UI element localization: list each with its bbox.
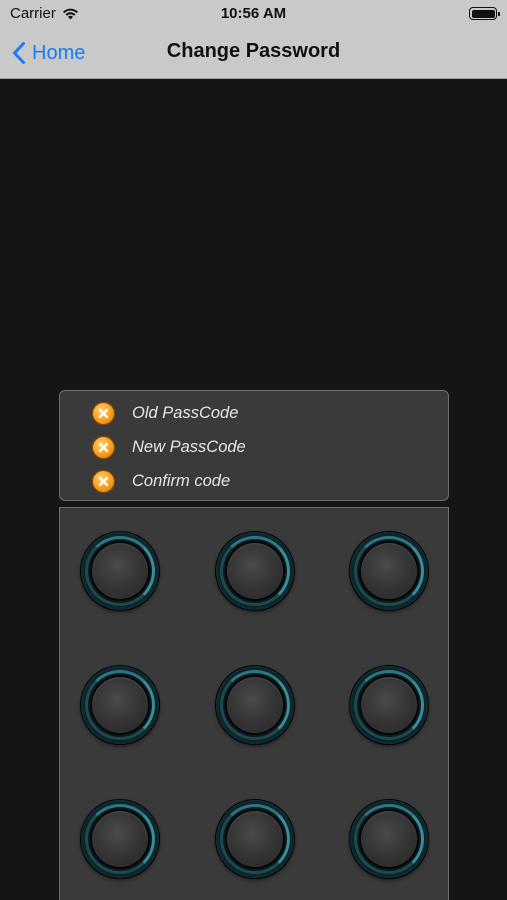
status-label-new-passcode: New PassCode bbox=[132, 437, 246, 456]
pattern-dot-1[interactable] bbox=[81, 532, 159, 610]
x-circle-icon bbox=[92, 401, 115, 425]
pattern-keypad bbox=[59, 507, 449, 900]
passcode-status-panel: Old PassCode New PassCode Confirm code bbox=[59, 390, 449, 501]
status-row-old-passcode: Old PassCode bbox=[92, 400, 238, 426]
navigation-bar: Home Change Password bbox=[0, 28, 507, 79]
pattern-dot-8[interactable] bbox=[216, 800, 294, 878]
status-label-old-passcode: Old PassCode bbox=[132, 403, 239, 422]
status-row-confirm-code: Confirm code bbox=[92, 468, 230, 494]
status-label-confirm-code: Confirm code bbox=[132, 471, 231, 490]
pattern-dot-5[interactable] bbox=[216, 666, 294, 744]
status-row-new-passcode: New PassCode bbox=[92, 434, 246, 460]
pattern-dot-4[interactable] bbox=[81, 666, 159, 744]
page-title: Change Password bbox=[166, 40, 341, 62]
status-bar: Carrier 10:56 AM bbox=[0, 0, 507, 28]
pattern-dot-2[interactable] bbox=[216, 532, 294, 610]
pattern-dot-7[interactable] bbox=[81, 800, 159, 878]
pattern-dot-9[interactable] bbox=[350, 800, 428, 878]
pattern-dot-6[interactable] bbox=[350, 666, 428, 744]
pattern-dot-3[interactable] bbox=[350, 532, 428, 610]
x-circle-icon bbox=[92, 435, 115, 459]
status-time: 10:56 AM bbox=[220, 5, 287, 22]
battery-icon bbox=[469, 7, 500, 20]
x-circle-icon bbox=[92, 469, 115, 493]
